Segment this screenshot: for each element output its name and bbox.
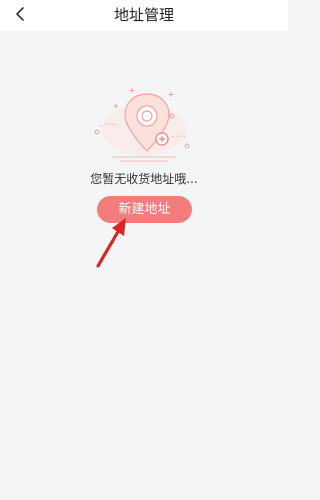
empty-message: 您暂无收货地址哦... <box>90 172 198 186</box>
empty-address-illustration <box>90 82 198 166</box>
page-title: 地址管理 <box>113 6 174 24</box>
top-bar: 地址管理 <box>0 0 288 31</box>
pointer-arrow-icon <box>92 214 132 272</box>
